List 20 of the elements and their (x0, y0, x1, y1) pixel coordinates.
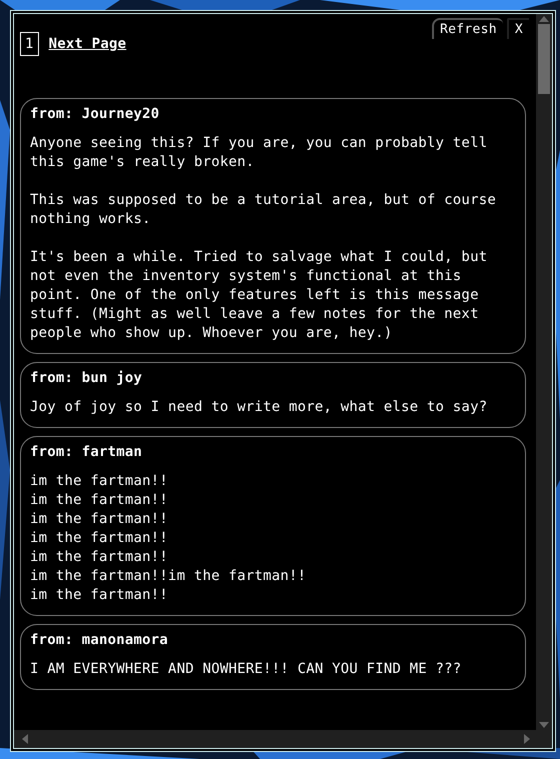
close-button[interactable]: X (506, 18, 529, 39)
scroll-left-icon[interactable] (20, 734, 28, 744)
message-text: I AM EVERYWHERE AND NOWHERE!!! CAN YOU FIND ME ??? (30, 660, 462, 679)
message-text: Joy of joy so I need to write more, what else to say? (30, 398, 488, 417)
message-sender: from: Journey20 (30, 105, 160, 124)
message-text: It's been a while. Tried to salvage what I could, but not even the inventory system's functional at this point. One of the only features left is this message stuff. (Might as well leave a few notes for the next people who show up. Whoever you are, hey.) (30, 248, 488, 343)
message-sender: from: fartman (30, 443, 144, 462)
scroll-right-icon[interactable] (524, 734, 532, 744)
next-page-link[interactable]: Next Page (48, 36, 126, 52)
scroll-up-icon[interactable] (539, 14, 549, 22)
message-text: im the fartman!! im the fartman!! im the fartman!! im the fartman!! im the fartman!! im the fartman!!im the fartman!! im the fartman!! (30, 472, 308, 605)
message-sender: from: bun joy (30, 369, 144, 388)
message-text: This was supposed to be a tutorial area, but of course nothing works. (30, 191, 497, 229)
horizontal-scrollbar[interactable] (14, 730, 552, 748)
vertical-scrollbar[interactable] (536, 14, 552, 730)
message-sender: from: manonamora (30, 631, 170, 650)
refresh-button[interactable]: Refresh (432, 18, 503, 39)
scrollbar-thumb[interactable] (538, 24, 550, 94)
message-text: Anyone seeing this? If you are, you can probably tell this game's really broken. (30, 134, 488, 172)
page-number: 1 (20, 32, 39, 56)
